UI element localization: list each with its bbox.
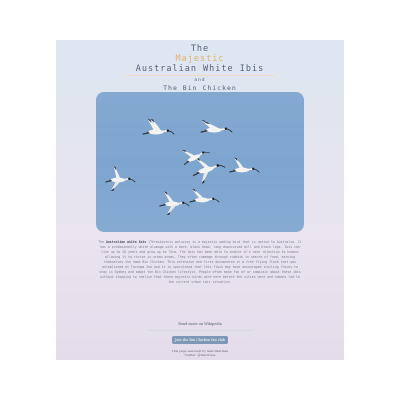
page-subtitle: The Bin Chicken	[163, 84, 237, 92]
read-more-link[interactable]: Read more on Wikipedia	[100, 322, 300, 326]
ibis-bird-4	[228, 157, 260, 174]
description-species: Australian white ibis	[105, 240, 147, 244]
ibis-description: The Australian white ibis (Threskiornis …	[98, 240, 302, 285]
page-footer: This page was built by Sam Sherman Twitt…	[140, 349, 260, 357]
description-body: (Threskiornis molucca) is a majestic wad…	[99, 240, 302, 284]
ibis-bird-8	[181, 146, 211, 166]
title-line-species: Australian White Ibis	[135, 64, 265, 74]
section-divider	[148, 330, 252, 331]
ibis-bird-5	[104, 165, 136, 191]
title-line-the: The	[190, 44, 210, 54]
fan-club-button[interactable]: Join the Bin Chicken fan club	[172, 336, 228, 344]
ibis-bird-2	[199, 116, 233, 134]
ibis-bird-7	[188, 187, 220, 204]
ibis-flock-illustration	[104, 116, 260, 215]
hero-image-ibis-flock	[96, 92, 304, 232]
title-divider	[125, 75, 275, 76]
footer-twitter-link[interactable]: Twitter: @bincircles	[140, 353, 260, 357]
description-prefix: The	[98, 240, 105, 244]
ibis-bird-6	[158, 191, 190, 215]
title-accent-majestic: Majestic	[175, 54, 225, 64]
ibis-bird-1	[141, 118, 175, 136]
tribute-page: The Majestic Australian White Ibis and T…	[56, 40, 344, 360]
page-header: The Majestic Australian White Ibis and T…	[96, 44, 304, 94]
